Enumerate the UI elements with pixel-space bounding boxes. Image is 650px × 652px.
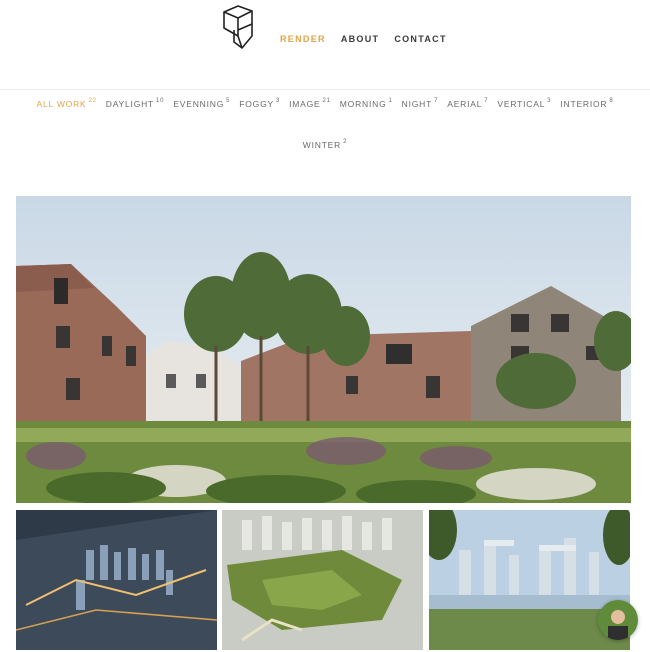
aerial-park-render-image bbox=[222, 510, 423, 650]
chat-avatar[interactable] bbox=[598, 600, 638, 640]
filter-vertical[interactable]: VERTICAL 3 bbox=[497, 98, 551, 109]
gallery-item-aerial-city[interactable] bbox=[16, 510, 217, 650]
aerial-city-render-image bbox=[16, 510, 217, 650]
main-nav: RENDER ABOUT CONTACT bbox=[280, 34, 447, 44]
gallery-item-hero[interactable] bbox=[16, 196, 631, 503]
nav-about[interactable]: ABOUT bbox=[341, 34, 380, 44]
filter-aerial[interactable]: AERIAL 7 bbox=[447, 98, 488, 109]
nav-render[interactable]: RENDER bbox=[280, 34, 326, 44]
header-divider bbox=[0, 89, 650, 90]
filter-all-work[interactable]: ALL WORK 22 bbox=[36, 98, 96, 109]
category-filter-bar: ALL WORK 22 DAYLIGHT 10 EVENNING 5 FOGGY 3 I… bbox=[18, 98, 632, 150]
nav-contact[interactable]: CONTACT bbox=[394, 34, 446, 44]
filter-foggy[interactable]: FOGGY 3 bbox=[239, 98, 280, 109]
filter-evenning[interactable]: EVENNING 5 bbox=[173, 98, 230, 109]
filter-interior[interactable]: INTERIOR 8 bbox=[560, 98, 613, 109]
gallery-item-aerial-park[interactable] bbox=[222, 510, 423, 650]
filter-winter[interactable]: WINTER 2 bbox=[303, 139, 347, 150]
site-header: RENDER ABOUT CONTACT bbox=[0, 0, 650, 90]
filter-image[interactable]: IMAGE 21 bbox=[289, 98, 331, 109]
logo-cube-icon[interactable] bbox=[214, 2, 264, 52]
filter-daylight[interactable]: DAYLIGHT 10 bbox=[106, 98, 165, 109]
filter-morning[interactable]: MORNING 1 bbox=[340, 98, 393, 109]
avatar-image bbox=[598, 600, 638, 640]
hero-render-image bbox=[16, 196, 631, 503]
filter-night[interactable]: NIGHT 7 bbox=[402, 98, 439, 109]
